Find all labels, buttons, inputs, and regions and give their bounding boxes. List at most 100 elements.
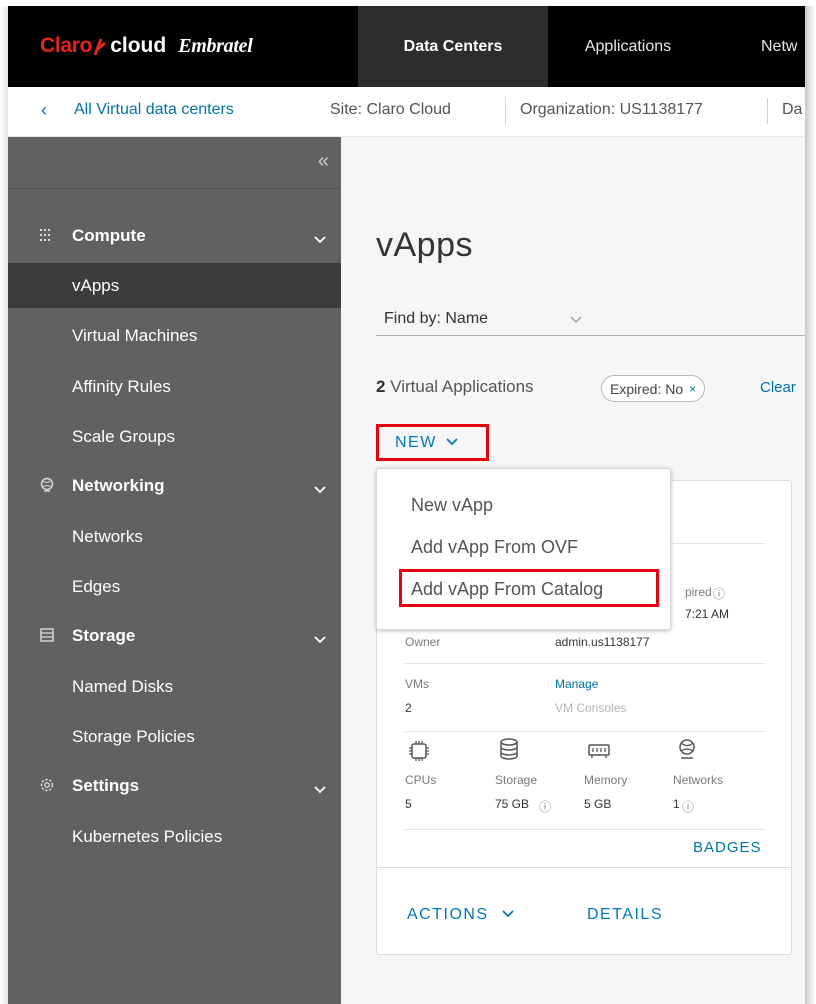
sidebar-section-storage[interactable]: Storage bbox=[8, 614, 341, 660]
info-icon: ⓘ bbox=[713, 587, 726, 601]
expired-label: pired bbox=[685, 585, 712, 599]
sidebar-section-networking-label: Networking bbox=[72, 476, 165, 495]
logo-claro: Claro bbox=[40, 34, 93, 57]
find-by-label: Find by: Name bbox=[384, 310, 489, 327]
new-button[interactable]: NEW bbox=[376, 424, 489, 461]
sidebar-item-vapps[interactable]: vApps bbox=[8, 263, 341, 308]
site-info: Site: Claro Cloud bbox=[330, 101, 451, 118]
sidebar-item-affinity-rules[interactable]: Affinity Rules bbox=[8, 364, 341, 409]
sidebar-section-compute-label: Compute bbox=[72, 226, 146, 245]
tab-data-centers-label: Data Centers bbox=[403, 37, 503, 55]
memory-label: Memory bbox=[584, 773, 628, 787]
tab-networking[interactable]: Netw bbox=[761, 6, 805, 87]
filter-chip-expired[interactable]: Expired: No × bbox=[601, 375, 706, 402]
menu-item-label: New vApp bbox=[411, 495, 494, 515]
details-button[interactable]: DETAILS bbox=[587, 906, 663, 924]
menu-item-add-vapp-from-catalog[interactable]: Add vApp From Catalog bbox=[399, 569, 659, 607]
networks-value: 1 bbox=[673, 797, 680, 811]
sidebar-item-label: vApps bbox=[72, 276, 120, 295]
collapse-sidebar-icon[interactable]: « bbox=[318, 150, 329, 173]
find-by-select[interactable]: Find by: Name bbox=[376, 304, 805, 336]
settings-gear-icon bbox=[38, 777, 56, 795]
chevron-down-icon bbox=[501, 910, 514, 918]
sidebar-item-label: Storage Policies bbox=[72, 727, 195, 746]
chevron-down-icon[interactable] bbox=[313, 232, 327, 248]
sidebar-item-scale-groups[interactable]: Scale Groups bbox=[8, 414, 341, 459]
sidebar-item-label: Virtual Machines bbox=[72, 326, 198, 345]
vms-value: 2 bbox=[405, 701, 412, 715]
divider bbox=[405, 731, 765, 732]
logo-embratel: Embratel bbox=[178, 34, 253, 57]
sidebar: « Compute vApps Virtual Machines Affinit… bbox=[8, 137, 341, 1004]
vms-label: VMs bbox=[405, 677, 429, 691]
cpus-value: 5 bbox=[405, 797, 412, 811]
back-to-virtual-data-centers-link[interactable]: All Virtual data centers bbox=[74, 101, 234, 119]
storage-label: Storage bbox=[495, 773, 538, 787]
tab-applications-label: Applications bbox=[584, 37, 672, 55]
sidebar-section-settings[interactable]: Settings bbox=[8, 764, 341, 810]
divider bbox=[405, 829, 765, 830]
sidebar-collapse-bar: « bbox=[8, 137, 341, 189]
manage-link[interactable]: Manage bbox=[555, 677, 598, 691]
actions-button[interactable]: ACTIONS bbox=[407, 906, 515, 924]
sidebar-item-storage-policies[interactable]: Storage Policies bbox=[8, 714, 341, 759]
info-icon[interactable]: ⓘ bbox=[682, 798, 694, 815]
divider bbox=[505, 98, 506, 124]
chevron-down-icon[interactable] bbox=[313, 632, 327, 648]
menu-item-label: Add vApp From Catalog bbox=[411, 579, 604, 599]
sidebar-item-virtual-machines[interactable]: Virtual Machines bbox=[8, 313, 341, 358]
chevron-down-icon bbox=[445, 435, 459, 450]
new-button-label: NEW bbox=[395, 433, 437, 451]
sidebar-item-label: Edges bbox=[72, 577, 121, 596]
sidebar-item-kubernetes-policies[interactable]: Kubernetes Policies bbox=[8, 814, 341, 859]
sidebar-item-label: Named Disks bbox=[72, 677, 174, 696]
cpu-icon bbox=[409, 741, 429, 761]
menu-item-add-vapp-from-ovf[interactable]: Add vApp From OVF bbox=[377, 527, 670, 567]
vm-consoles-link[interactable]: VM Consoles bbox=[555, 701, 626, 715]
sidebar-item-label: Affinity Rules bbox=[72, 377, 171, 396]
storage-disk-icon bbox=[38, 627, 56, 645]
owner-label: Owner bbox=[405, 635, 441, 649]
chevron-down-icon[interactable] bbox=[313, 482, 327, 498]
sidebar-section-compute[interactable]: Compute bbox=[8, 214, 341, 260]
sidebar-item-label: Kubernetes Policies bbox=[72, 827, 223, 846]
sidebar-section-settings-label: Settings bbox=[72, 776, 140, 795]
tab-networking-label: Netw bbox=[761, 37, 798, 55]
compute-grid-icon bbox=[38, 227, 56, 245]
network-icon bbox=[679, 739, 695, 759]
tab-data-centers[interactable]: Data Centers bbox=[358, 6, 548, 87]
sidebar-item-edges[interactable]: Edges bbox=[8, 564, 341, 609]
page-title: vApps bbox=[376, 226, 473, 264]
badges-link[interactable]: BADGES bbox=[693, 839, 762, 856]
cpus-label: CPUs bbox=[405, 773, 437, 787]
organization-info: Organization: US1138177 bbox=[520, 101, 703, 118]
owner-value: admin.us1138177 bbox=[555, 635, 650, 649]
logo-swoosh-icon bbox=[93, 38, 107, 56]
claro-cloud-embratel-logo[interactable]: Claro cloud Embratel bbox=[40, 30, 253, 62]
chevron-down-icon bbox=[570, 312, 582, 327]
memory-icon bbox=[588, 744, 610, 758]
storage-icon bbox=[500, 738, 518, 760]
sidebar-section-storage-label: Storage bbox=[72, 626, 136, 645]
card-footer: ACTIONS DETAILS bbox=[377, 867, 791, 955]
vapp-count: 2 Virtual Applications bbox=[376, 377, 534, 397]
chevron-down-icon[interactable] bbox=[313, 782, 327, 798]
tab-applications[interactable]: Applications bbox=[568, 6, 688, 87]
storage-value: 75 GB bbox=[495, 797, 530, 811]
vapp-count-label: Virtual Applications bbox=[385, 377, 534, 396]
new-dropdown-menu: New vApp Add vApp From OVF Add vApp From… bbox=[376, 468, 671, 630]
menu-item-new-vapp[interactable]: New vApp bbox=[377, 485, 670, 525]
sidebar-item-networks[interactable]: Networks bbox=[8, 514, 341, 559]
filter-chip-label: Expired: No bbox=[610, 380, 684, 397]
info-icon[interactable]: ⓘ bbox=[539, 798, 551, 815]
chevron-left-icon[interactable]: ‹ bbox=[41, 100, 47, 121]
breadcrumb: ‹ All Virtual data centers Site: Claro C… bbox=[8, 87, 805, 137]
sidebar-section-networking[interactable]: Networking bbox=[8, 464, 341, 510]
clear-filters-link[interactable]: Clear bbox=[760, 379, 796, 396]
divider bbox=[405, 663, 765, 664]
actions-button-label: ACTIONS bbox=[407, 906, 489, 923]
logo-cloud: cloud bbox=[110, 34, 167, 57]
close-icon[interactable]: × bbox=[689, 382, 696, 396]
networking-globe-icon bbox=[38, 477, 56, 495]
sidebar-item-named-disks[interactable]: Named Disks bbox=[8, 664, 341, 709]
